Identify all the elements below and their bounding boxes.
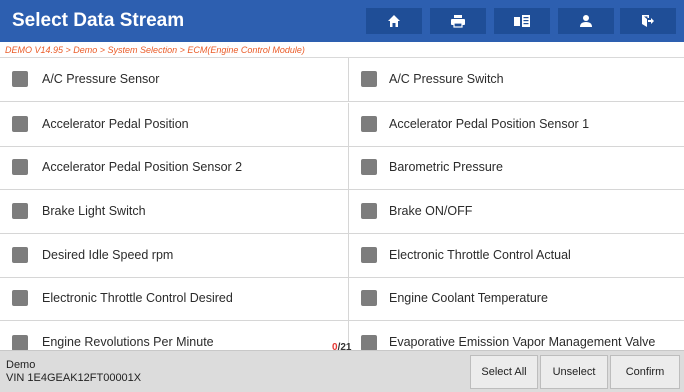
vehicle-info: Demo VIN 1E4GEAK12FT00001X (6, 359, 141, 385)
checkbox[interactable] (361, 71, 377, 88)
home-button[interactable] (366, 8, 422, 34)
item-label: Electronic Throttle Control Actual (389, 248, 571, 263)
list-item[interactable]: Engine Coolant Temperature (348, 277, 684, 320)
list-item[interactable]: Electronic Throttle Control Actual (348, 234, 684, 277)
list-item[interactable]: Brake ON/OFF (348, 190, 684, 233)
item-label: Engine Revolutions Per Minute (42, 335, 214, 349)
list-item[interactable]: Engine Revolutions Per Minute (0, 321, 346, 350)
checkbox[interactable] (361, 247, 377, 264)
breadcrumb: DEMO V14.95 > Demo > System Selection > … (0, 42, 684, 58)
page-title: Select Data Stream (12, 10, 185, 31)
checkbox[interactable] (12, 247, 28, 264)
checkbox[interactable] (361, 290, 377, 307)
user-button[interactable] (558, 8, 614, 34)
confirm-button[interactable]: Confirm (610, 355, 680, 389)
list-item[interactable]: Barometric Pressure (348, 146, 684, 189)
list-item[interactable]: Accelerator Pedal Position (0, 103, 346, 146)
list-item[interactable]: Evaporative Emission Vapor Management Va… (348, 321, 684, 350)
list-item[interactable]: A/C Pressure Switch (348, 58, 684, 101)
title-bar: Select Data Stream (0, 0, 684, 42)
item-label: Engine Coolant Temperature (389, 291, 548, 306)
list-item[interactable]: A/C Pressure Sensor (0, 58, 346, 101)
checkbox[interactable] (361, 203, 377, 220)
item-label: Accelerator Pedal Position (42, 117, 189, 132)
checkbox[interactable] (12, 116, 28, 133)
checkbox[interactable] (12, 335, 28, 350)
list-row: A/C Pressure Sensor A/C Pressure Switch (0, 58, 684, 102)
item-label: Evaporative Emission Vapor Management Va… (389, 335, 656, 349)
report-icon (514, 15, 530, 27)
item-label: A/C Pressure Switch (389, 72, 504, 87)
item-label: A/C Pressure Sensor (42, 72, 160, 87)
vehicle-name: Demo (6, 359, 36, 371)
list-item[interactable]: Accelerator Pedal Position Sensor 1 (348, 103, 684, 146)
checkbox[interactable] (12, 290, 28, 307)
checkbox[interactable] (361, 116, 377, 133)
exit-icon (642, 15, 654, 27)
item-label: Brake ON/OFF (389, 204, 473, 219)
unselect-button[interactable]: Unselect (540, 355, 608, 389)
item-label: Desired Idle Speed rpm (42, 248, 174, 263)
checkbox[interactable] (12, 203, 28, 220)
checkbox[interactable] (361, 159, 377, 176)
item-label: Accelerator Pedal Position Sensor 2 (42, 160, 243, 175)
item-label: Electronic Throttle Control Desired (42, 291, 233, 306)
item-label: Brake Light Switch (42, 204, 146, 219)
list-row: Brake Light Switch Brake ON/OFF (0, 190, 684, 234)
exit-button[interactable] (620, 8, 676, 34)
select-all-button[interactable]: Select All (470, 355, 538, 389)
user-icon (580, 15, 592, 27)
home-icon (388, 15, 400, 27)
print-icon (451, 15, 465, 28)
checkbox[interactable] (361, 335, 377, 350)
report-button[interactable] (494, 8, 550, 34)
list-row: Desired Idle Speed rpm Electronic Thrott… (0, 234, 684, 278)
vin-number: VIN 1E4GEAK12FT00001X (6, 372, 142, 384)
list-row: Accelerator Pedal Position Sensor 2 Baro… (0, 146, 684, 190)
footer-bar: Demo VIN 1E4GEAK12FT00001X Select All Un… (0, 350, 684, 392)
list-item[interactable]: Desired Idle Speed rpm (0, 234, 346, 277)
checkbox[interactable] (12, 159, 28, 176)
list-item[interactable]: Electronic Throttle Control Desired (0, 277, 346, 320)
item-label: Barometric Pressure (389, 160, 503, 175)
checkbox[interactable] (12, 71, 28, 88)
list-item[interactable]: Brake Light Switch (0, 190, 346, 233)
print-button[interactable] (430, 8, 486, 34)
list-row: Electronic Throttle Control Desired Engi… (0, 277, 684, 321)
data-stream-list[interactable]: A/C Pressure Sensor A/C Pressure Switch … (0, 58, 684, 350)
list-item[interactable]: Accelerator Pedal Position Sensor 2 (0, 146, 346, 189)
item-label: Accelerator Pedal Position Sensor 1 (389, 117, 590, 132)
list-row: Accelerator Pedal Position Accelerator P… (0, 103, 684, 147)
